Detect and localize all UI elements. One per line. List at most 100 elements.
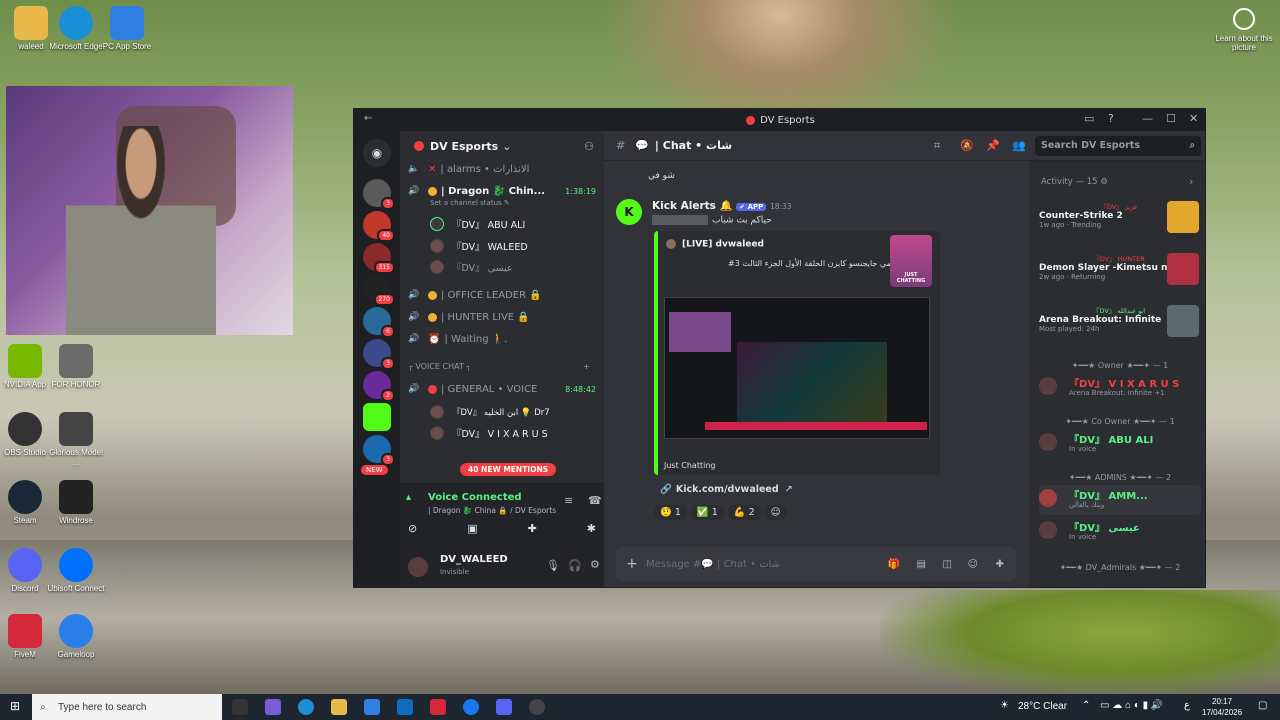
member-row[interactable]: 『DV』 AMM... وينك يالغالي	[1039, 485, 1201, 515]
gif-icon[interactable]: ▤	[917, 559, 926, 570]
server-icon[interactable]: 3	[363, 435, 395, 466]
voice-channel-label[interactable]: | Dragon 🐉 China 🔒 / DV Esports	[428, 506, 556, 515]
channel-general-voice[interactable]: 🔊 | GENERAL • VOICE 8:48:42	[408, 379, 600, 399]
activity-card[interactable]: 『DV』 ابو عبدالله Arena Breakout: Infinit…	[1039, 305, 1199, 345]
voice-user[interactable]: 『DV』 V I X A R U S	[430, 424, 548, 442]
windows-start-icon[interactable]: ⊞	[10, 699, 20, 713]
embed-title[interactable]: #3 انمي جايجنسو كايزن الحلقة الأول الجزء…	[728, 259, 896, 268]
desktop-icon-pc-app-store[interactable]: PC App Store	[96, 6, 158, 52]
avatar[interactable]	[408, 557, 428, 577]
sticker-icon[interactable]: ◫	[943, 559, 952, 570]
desktop-icon-glorious[interactable]: Glorious Model ...	[45, 412, 107, 468]
channel-hunter-live[interactable]: 🔊 | HUNTER LIVE 🔒	[408, 307, 600, 327]
server-icon[interactable]: 315	[363, 243, 395, 274]
new-badge[interactable]: NEW	[361, 465, 388, 475]
mail-icon[interactable]	[397, 699, 413, 715]
category-voice-chat[interactable]: ┌ VOICE CHAT ┐ +	[408, 359, 600, 373]
back-arrow-icon[interactable]: ←	[364, 113, 372, 124]
kick-avatar[interactable]: K	[616, 199, 642, 225]
pin-icon[interactable]: 📌	[986, 139, 1000, 152]
soundboard-icon[interactable]: ✱	[587, 522, 596, 535]
file-explorer-icon[interactable]	[331, 699, 347, 715]
weather-text[interactable]: 28°C Clear	[1018, 701, 1067, 712]
plus-icon[interactable]: +	[626, 556, 638, 572]
embed-stream-image[interactable]	[664, 297, 930, 439]
member-row[interactable]: 『DV』 عيسى In voice	[1039, 517, 1201, 547]
disconnect-icon[interactable]: ☎	[588, 494, 602, 507]
apps-icon[interactable]: ✚	[996, 559, 1004, 570]
desktop-icon-for-honor[interactable]: FOR HONOR	[45, 344, 107, 390]
server-header[interactable]: DV Esports ⌄ ⚇	[400, 131, 604, 161]
task-view-icon[interactable]	[232, 699, 248, 715]
inbox-icon[interactable]: ▭	[1084, 112, 1094, 125]
media-icon[interactable]	[430, 699, 446, 715]
obs-icon[interactable]	[529, 699, 545, 715]
reaction[interactable]: ✅ 1	[690, 505, 724, 520]
search-input[interactable]: Search DV Esports ⌕	[1035, 136, 1201, 156]
microphone-icon[interactable]: 🎙	[546, 559, 560, 572]
edge-icon[interactable]	[298, 699, 314, 715]
facebook-icon[interactable]	[463, 699, 479, 715]
activity-card[interactable]: 『DV』 HUNTER Demon Slayer -Kimetsu no ...…	[1039, 253, 1199, 293]
voice-user[interactable]: 『DV』 ابن الخليه 💡 Dr7	[430, 403, 550, 421]
chevron-right-icon[interactable]: ›	[1189, 175, 1193, 188]
screen-share-icon[interactable]: ▣	[467, 522, 477, 535]
emoji-icon[interactable]: ☺	[968, 559, 978, 570]
copilot-icon[interactable]	[265, 699, 281, 715]
channel-office-leader[interactable]: 🔊 | OFFICE LEADER 🔒	[408, 285, 600, 305]
help-icon[interactable]: ?	[1108, 112, 1114, 125]
add-reaction-button[interactable]: ☺	[764, 505, 787, 520]
notification-icon[interactable]: ▢	[1258, 700, 1267, 711]
desktop-icon-ubisoft[interactable]: Ubisoft Connect	[45, 548, 107, 594]
minimize-button[interactable]: —	[1142, 112, 1153, 125]
learn-about-picture[interactable]: Learn about this picture	[1214, 8, 1274, 52]
reaction[interactable]: 💪 2	[727, 505, 761, 520]
voice-user[interactable]: 『DV』 WALEED	[430, 237, 528, 255]
kick-server-icon[interactable]	[363, 403, 391, 431]
voice-user[interactable]: 『DV』 عيسى	[430, 258, 513, 276]
language-indicator[interactable]: ع	[1184, 700, 1190, 711]
plus-icon[interactable]: +	[583, 362, 590, 371]
notification-bell-icon[interactable]: 🔕	[960, 139, 974, 152]
embed-author[interactable]: [LIVE] dvwaleed	[666, 239, 764, 250]
message-composer[interactable]: + Message #💬 | Chat • شات 🎁 ▤ ◫ ☺ ✚	[616, 547, 1016, 581]
add-friend-icon[interactable]: ⚇	[584, 140, 594, 153]
tray-icons[interactable]: ▭ ☁ ⌂ ◐ ▮ 🔊	[1100, 700, 1163, 711]
headphones-icon[interactable]: 🎧	[568, 559, 582, 572]
discord-icon[interactable]	[496, 699, 512, 715]
clock[interactable]: 20:17 17/04/2026	[1202, 696, 1242, 718]
store-icon[interactable]	[364, 699, 380, 715]
gift-icon[interactable]: 🎁	[888, 559, 900, 570]
discord-home-icon[interactable]: ◉	[363, 139, 391, 167]
server-icon[interactable]: 3	[363, 179, 395, 210]
message-author[interactable]: Kick Alerts 🔔 ✔ APP 18:33	[652, 199, 792, 212]
members-icon[interactable]: 👥	[1012, 139, 1026, 152]
settings-gear-icon[interactable]: ⚙	[590, 558, 600, 571]
channel-alarms[interactable]: 🔈 ✕ | alarms • الانذارات	[408, 159, 600, 179]
member-row[interactable]: 『DV』 ABU ALI In voice	[1039, 429, 1201, 459]
camera-off-icon[interactable]: ⊘	[408, 522, 417, 535]
threads-icon[interactable]: ⌗	[934, 139, 940, 153]
taskbar-search[interactable]: ⌕ Type here to search	[32, 694, 222, 720]
voice-connected-label[interactable]: Voice Connected	[428, 492, 522, 503]
server-icon[interactable]: 2	[363, 371, 395, 402]
server-icon[interactable]: 270	[363, 275, 395, 306]
reaction[interactable]: 🤨 1	[654, 505, 687, 520]
kick-link-button[interactable]: 🔗 Kick.com/dvwaleed ↗	[660, 484, 793, 495]
maximize-button[interactable]: ☐	[1166, 112, 1176, 125]
noise-suppression-icon[interactable]: ≡	[564, 494, 573, 507]
close-button[interactable]: ✕	[1189, 112, 1198, 125]
new-mentions-pill[interactable]: 40 NEW MENTIONS	[460, 463, 557, 476]
activities-icon[interactable]: ✚	[528, 522, 537, 535]
server-icon[interactable]: 6	[363, 307, 395, 338]
voice-user[interactable]: 『DV』 ABU ALI	[430, 215, 525, 233]
chevron-up-icon[interactable]: ⌃	[1082, 700, 1090, 711]
channel-waiting[interactable]: 🔊 ⏰ | Waiting 🚶.	[408, 329, 600, 349]
desktop-icon-gameloop[interactable]: Gameloop	[45, 614, 107, 660]
server-icon[interactable]: 3	[363, 339, 395, 370]
activity-card[interactable]: 『DV』 عزيز Counter-Strike 2 1w ago · Tren…	[1039, 201, 1199, 241]
member-row[interactable]: 『DV』 V I X A R U S Arena Breakout: Infini…	[1039, 373, 1201, 403]
desktop-icon-windrose[interactable]: Windrose	[45, 480, 107, 526]
username[interactable]: DV_WALEED	[440, 554, 508, 565]
channel-status[interactable]: Set a channel status ✎	[430, 197, 622, 209]
